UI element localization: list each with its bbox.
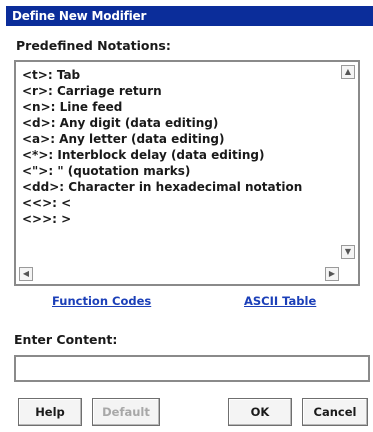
list-item[interactable]: <t>: Tab <box>22 67 338 83</box>
dialog-title: Define New Modifier <box>6 6 373 26</box>
cancel-button[interactable]: Cancel <box>302 398 368 426</box>
function-codes-link[interactable]: Function Codes <box>52 294 151 308</box>
list-item[interactable]: <">: " (quotation marks) <box>22 163 338 179</box>
default-button[interactable]: Default <box>92 398 160 426</box>
list-item[interactable]: <<>: < <box>22 195 338 211</box>
scrollbar-corner <box>341 267 355 281</box>
scroll-down-icon[interactable]: ▼ <box>341 245 355 259</box>
ok-button[interactable]: OK <box>228 398 292 426</box>
vertical-scrollbar[interactable]: ▲ ▼ <box>341 65 355 259</box>
list-item[interactable]: <dd>: Character in hexadecimal notation <box>22 179 338 195</box>
list-item[interactable]: <n>: Line feed <box>22 99 338 115</box>
scroll-right-icon[interactable]: ▶ <box>325 267 339 281</box>
content-input[interactable] <box>14 355 370 382</box>
list-item[interactable]: <a>: Any letter (data editing) <box>22 131 338 147</box>
ascii-table-link[interactable]: ASCII Table <box>244 294 316 308</box>
enter-content-label: Enter Content: <box>14 332 118 347</box>
list-item[interactable]: <r>: Carriage return <box>22 83 338 99</box>
define-new-modifier-dialog: Define New Modifier Predefined Notations… <box>0 0 373 432</box>
predefined-notations-label: Predefined Notations: <box>16 38 171 53</box>
predefined-notations-list[interactable]: <t>: Tab <r>: Carriage return <n>: Line … <box>14 60 360 286</box>
list-item[interactable]: <d>: Any digit (data editing) <box>22 115 338 131</box>
horizontal-scrollbar[interactable]: ◀ ▶ <box>19 267 355 281</box>
notations-items: <t>: Tab <r>: Carriage return <n>: Line … <box>22 67 338 227</box>
help-button[interactable]: Help <box>18 398 82 426</box>
list-item[interactable]: <*>: Interblock delay (data editing) <box>22 147 338 163</box>
list-item[interactable]: <>>: > <box>22 211 338 227</box>
scroll-up-icon[interactable]: ▲ <box>341 65 355 79</box>
scroll-left-icon[interactable]: ◀ <box>19 267 33 281</box>
